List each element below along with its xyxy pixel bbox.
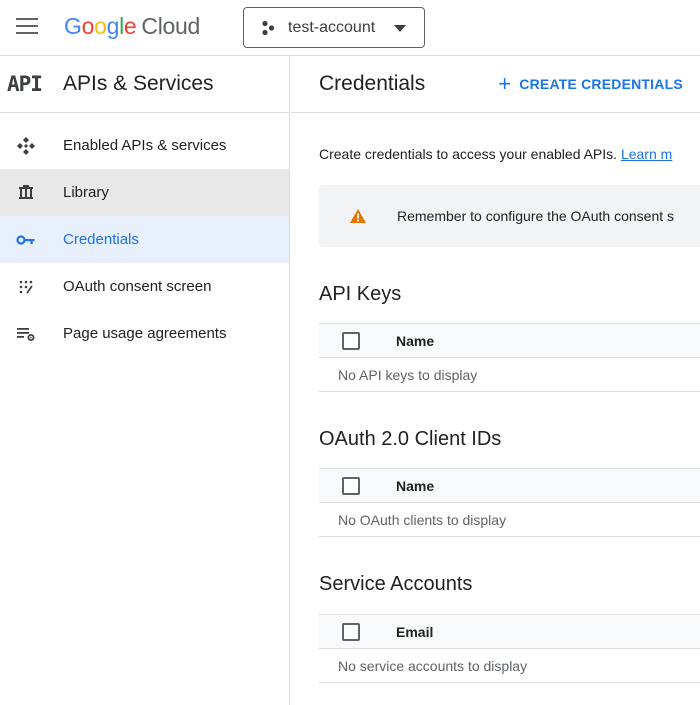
- plus-icon: +: [498, 71, 512, 96]
- oauth-consent-icon: [0, 279, 63, 295]
- page-title: Credentials: [319, 72, 426, 95]
- oauth-clients-title: OAuth 2.0 Client IDs: [319, 428, 502, 450]
- intro-description: Create credentials to access your enable…: [319, 146, 618, 162]
- sidebar-item-page-usage[interactable]: Page usage agreements: [0, 310, 289, 357]
- api-keys-title: API Keys: [319, 283, 402, 305]
- sidebar-nav: Enabled APIs & services Library Credenti…: [0, 113, 289, 357]
- oauth-clients-table: Name No OAuth clients to display: [319, 468, 700, 537]
- main-content: Credentials + CREATE CREDENTIALS Create …: [291, 56, 700, 705]
- sidebar-item-library[interactable]: Library: [0, 169, 289, 216]
- main-menu-icon[interactable]: [16, 18, 40, 38]
- notice-text: Remember to configure the OAuth consent …: [397, 208, 675, 224]
- api-keys-table: Name No API keys to display: [319, 323, 700, 392]
- sidebar-title: APIs & Services: [63, 72, 214, 95]
- create-credentials-button[interactable]: + CREATE CREDENTIALS: [498, 73, 683, 95]
- table-header: Name: [319, 468, 700, 503]
- sidebar-item-credentials[interactable]: Credentials: [0, 216, 289, 263]
- oauth-warning-notice: Remember to configure the OAuth consent …: [319, 185, 700, 247]
- column-header-name[interactable]: Name: [396, 333, 434, 349]
- select-all-checkbox[interactable]: [342, 476, 360, 495]
- column-header-name[interactable]: Name: [396, 478, 434, 494]
- logo-letter: o: [94, 13, 107, 39]
- sidebar-item-label: Credentials: [63, 231, 139, 248]
- google-cloud-logo[interactable]: Google Cloud: [64, 13, 200, 40]
- warning-icon: [350, 209, 366, 223]
- logo-cloud-text: Cloud: [141, 13, 201, 39]
- library-icon: [0, 184, 63, 202]
- sidebar-header: API APIs & Services: [0, 56, 289, 113]
- table-header: Email: [319, 614, 700, 649]
- sidebar-item-label: Library: [63, 184, 109, 201]
- enabled-apis-icon: [0, 136, 63, 156]
- sidebar-item-label: Page usage agreements: [63, 325, 227, 342]
- create-credentials-label: CREATE CREDENTIALS: [519, 76, 683, 92]
- settings-list-icon: [0, 326, 63, 342]
- sidebar-item-oauth-consent[interactable]: OAuth consent screen: [0, 263, 289, 310]
- empty-state-row: No service accounts to display: [319, 649, 700, 683]
- main-header: Credentials + CREATE CREDENTIALS: [291, 56, 700, 113]
- logo-letter: o: [81, 13, 95, 39]
- select-all-checkbox[interactable]: [342, 622, 360, 641]
- project-hierarchy-icon: [262, 20, 275, 35]
- project-name: test-account: [288, 18, 376, 36]
- service-accounts-table: Email No service accounts to display: [319, 614, 700, 683]
- key-icon: [0, 234, 63, 246]
- sidebar-item-label: OAuth consent screen: [63, 278, 212, 295]
- logo-letter: G: [64, 13, 82, 39]
- table-header: Name: [319, 323, 700, 358]
- logo-letter: e: [123, 13, 137, 39]
- service-accounts-title: Service Accounts: [319, 573, 473, 595]
- learn-more-link[interactable]: Learn m: [621, 146, 672, 162]
- project-picker-button[interactable]: test-account: [243, 7, 425, 48]
- sidebar-item-label: Enabled APIs & services: [63, 137, 227, 154]
- column-header-email[interactable]: Email: [396, 624, 433, 640]
- sidebar: API APIs & Services Enabled APIs & servi…: [0, 56, 290, 705]
- empty-state-row: No OAuth clients to display: [319, 503, 700, 537]
- empty-state-row: No API keys to display: [319, 358, 700, 392]
- logo-letter: g: [106, 13, 120, 39]
- intro-text: Create credentials to access your enable…: [319, 146, 672, 162]
- select-all-checkbox[interactable]: [342, 331, 360, 350]
- top-bar: Google Cloud test-account: [0, 0, 700, 56]
- chevron-down-icon: [394, 25, 406, 32]
- api-badge-icon: API: [7, 72, 43, 96]
- sidebar-item-enabled-apis[interactable]: Enabled APIs & services: [0, 122, 289, 169]
